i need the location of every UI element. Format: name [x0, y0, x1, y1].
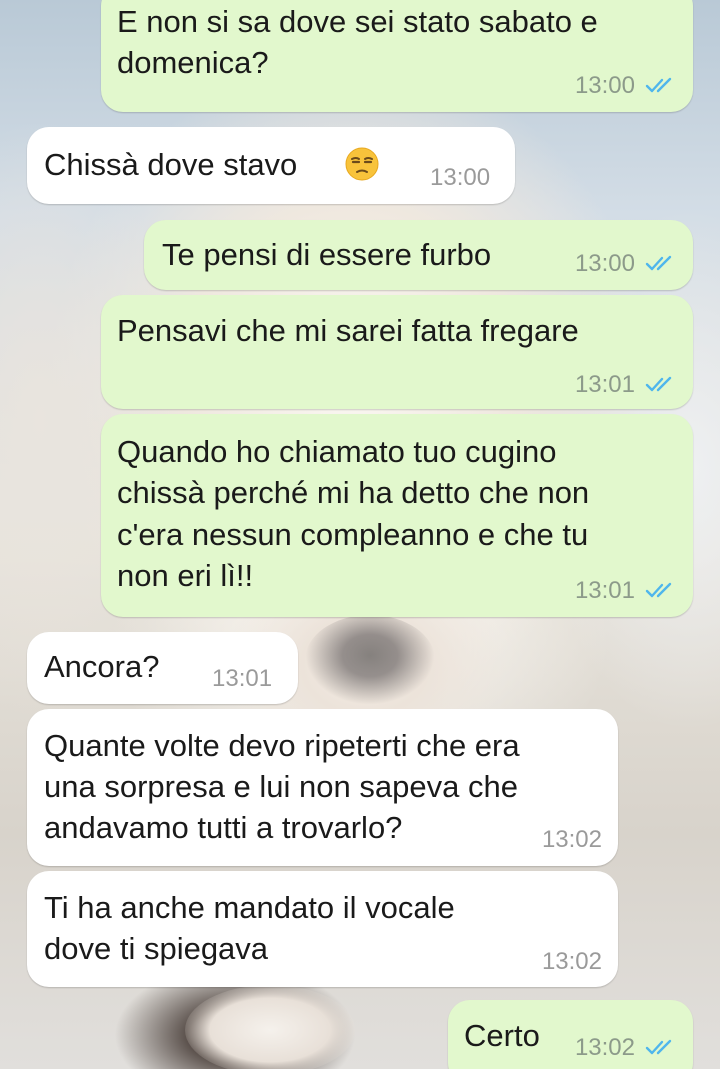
- message-bubble-outgoing[interactable]: E non si sa dove sei stato sabato e dome…: [101, 0, 693, 112]
- message-meta: 13:01: [575, 577, 677, 605]
- message-time: 13:00: [430, 164, 491, 191]
- message-text-line: Ti ha anche mandato il vocale: [44, 890, 455, 925]
- message-text-line: dove ti spiegava: [44, 931, 269, 966]
- message-text-line: domenica?: [117, 45, 269, 80]
- double-check-icon: [645, 1039, 672, 1055]
- message-text-line: Chissà dove stavo: [44, 147, 298, 182]
- message-meta: 13:00: [575, 250, 677, 278]
- message-text-line: Te pensi di essere furbo: [162, 237, 492, 272]
- message-text-line: Ancora?: [44, 649, 160, 684]
- message-text-line: andavamo tutti a trovarlo?: [44, 810, 403, 845]
- message-text-line: una sorpresa e lui non sapeva che: [44, 769, 518, 804]
- message-bubble-incoming[interactable]: Ancora? 13:01: [27, 632, 298, 704]
- message-meta: 13:02: [575, 1034, 677, 1062]
- message-text-line: Certo: [464, 1018, 540, 1053]
- message-time: 13:01: [212, 665, 273, 692]
- message-time: 13:02: [541, 948, 602, 975]
- chat-area[interactable]: E non si sa dove sei stato sabato e dome…: [0, 0, 720, 1069]
- message-text-line: Pensavi che mi sarei fatta fregare: [117, 313, 579, 348]
- message-time: 13:01: [574, 577, 635, 604]
- double-check-icon: [645, 582, 672, 598]
- message-time: 13:00: [574, 250, 635, 277]
- message-meta: 13:02: [542, 948, 602, 976]
- message-text-line: chissà perché mi ha detto che non: [117, 475, 590, 510]
- message-text-line: E non si sa dove sei stato sabato e: [117, 4, 598, 39]
- message-bubble-incoming[interactable]: Quante volte devo ripeterti che era una …: [27, 709, 618, 866]
- message-bubble-outgoing[interactable]: Certo 13:02: [448, 1000, 693, 1069]
- message-meta: 13:01: [212, 665, 272, 693]
- message-bubble-outgoing[interactable]: Te pensi di essere furbo 13:00: [144, 220, 693, 290]
- message-text-line: Quante volte devo ripeterti che era: [44, 728, 520, 763]
- double-check-icon: [645, 376, 672, 392]
- message-time: 13:00: [574, 72, 635, 99]
- message-meta: 13:02: [542, 826, 602, 854]
- message-bubble-outgoing[interactable]: Pensavi che mi sarei fatta fregare 13:01: [101, 295, 693, 409]
- message-text-line: non eri lì!!: [117, 558, 254, 593]
- message-bubble-incoming[interactable]: Ti ha anche mandato il vocale dove ti sp…: [27, 871, 618, 987]
- message-meta: 13:00: [430, 164, 490, 192]
- unamused-face-emoji: [345, 147, 379, 181]
- message-time: 13:02: [574, 1034, 635, 1061]
- message-time: 13:02: [541, 826, 602, 853]
- wallpaper-dog-paw: [185, 985, 355, 1069]
- message-meta: 13:01: [575, 371, 677, 399]
- message-bubble-incoming[interactable]: Chissà dove stavo 13:00: [27, 127, 515, 204]
- message-meta: 13:00: [575, 72, 677, 100]
- double-check-icon: [645, 255, 672, 271]
- message-text-line: c'era nessun compleanno e che tu: [117, 517, 589, 552]
- message-bubble-outgoing[interactable]: Quando ho chiamato tuo cugino chissà per…: [101, 414, 693, 617]
- message-time: 13:01: [574, 371, 635, 398]
- wallpaper-dog-nose: [305, 615, 435, 705]
- double-check-icon: [645, 77, 672, 93]
- message-text-line: Quando ho chiamato tuo cugino: [117, 434, 557, 469]
